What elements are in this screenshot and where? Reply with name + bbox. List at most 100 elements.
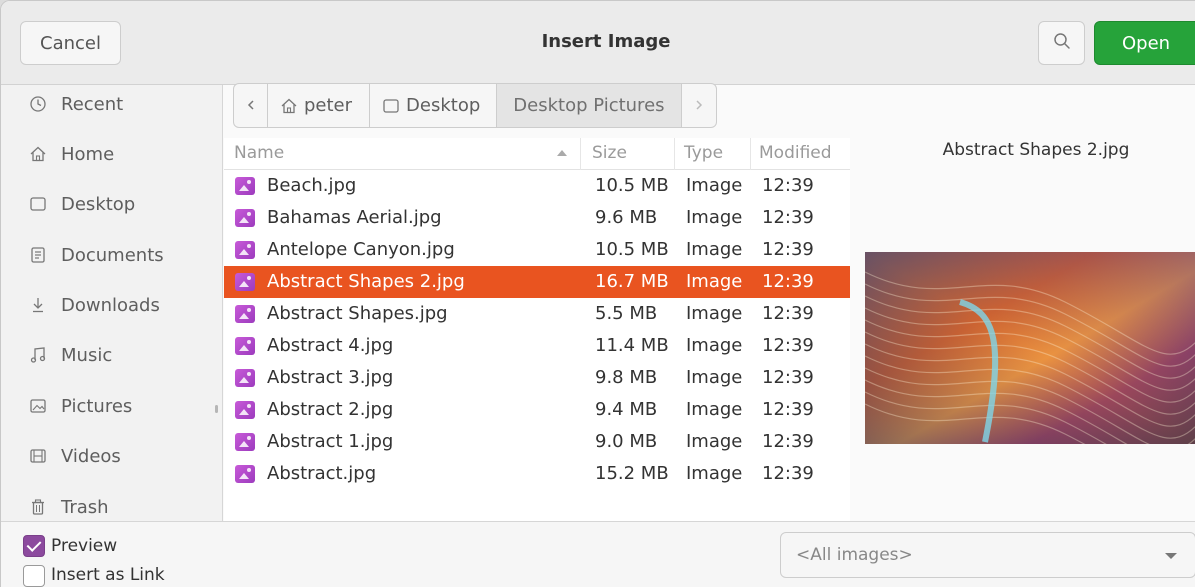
file-row[interactable]: Abstract 4.jpg 11.4 MB Image 12:39: [224, 330, 850, 362]
image-file-icon: [235, 241, 255, 259]
download-icon: [27, 294, 49, 316]
file-size: 9.8 MB: [595, 367, 658, 388]
column-header-modified[interactable]: Modified: [759, 143, 832, 163]
file-modified: 12:39: [762, 175, 814, 196]
desktop-icon: [27, 193, 49, 215]
sidebar-item-desktop[interactable]: Desktop: [1, 182, 223, 226]
column-separator: [750, 138, 751, 170]
file-size: 9.0 MB: [595, 431, 658, 452]
path-back-button[interactable]: [234, 84, 268, 127]
file-name: Abstract 3.jpg: [267, 367, 394, 388]
file-name: Abstract.jpg: [267, 463, 377, 484]
file-type: Image: [686, 367, 743, 388]
image-file-icon: [235, 465, 255, 483]
file-size: 9.4 MB: [595, 399, 658, 420]
sidebar-item-label: Recent: [61, 93, 124, 115]
file-modified: 12:39: [762, 399, 814, 420]
path-segment-home[interactable]: peter: [268, 84, 371, 127]
file-row[interactable]: Antelope Canyon.jpg 10.5 MB Image 12:39: [224, 234, 850, 266]
file-type: Image: [686, 399, 743, 420]
sidebar-item-label: Downloads: [61, 294, 160, 316]
path-segment-label: Desktop Pictures: [513, 95, 665, 116]
sort-ascending-icon: [557, 150, 567, 156]
path-segment-desktop[interactable]: Desktop: [370, 84, 498, 127]
image-file-icon: [235, 401, 255, 419]
sidebar-item-label: Documents: [61, 244, 164, 266]
file-size: 16.7 MB: [595, 271, 669, 292]
file-row[interactable]: Abstract 1.jpg 9.0 MB Image 12:39: [224, 426, 850, 458]
preview-checkbox-label[interactable]: Preview: [51, 536, 117, 556]
preview-checkbox[interactable]: [23, 535, 45, 557]
file-type: Image: [686, 463, 743, 484]
bottom-bar: Preview Insert as Link <All images>: [1, 521, 1195, 587]
path-segment-label: peter: [304, 95, 353, 116]
path-segment-desktop-pictures[interactable]: Desktop Pictures: [497, 84, 682, 127]
file-type: Image: [686, 175, 743, 196]
column-separator: [580, 138, 581, 170]
file-row[interactable]: Beach.jpg 10.5 MB Image 12:39: [224, 170, 850, 202]
sidebar-item-label: Home: [61, 143, 115, 165]
file-modified: 12:39: [762, 207, 814, 228]
document-icon: [27, 244, 49, 266]
file-type: Image: [686, 431, 743, 452]
file-row[interactable]: Abstract 3.jpg 9.8 MB Image 12:39: [224, 362, 850, 394]
column-header-size[interactable]: Size: [592, 143, 627, 163]
file-name: Abstract 4.jpg: [267, 335, 394, 356]
sidebar-item-label: Trash: [61, 496, 109, 518]
open-button[interactable]: Open: [1094, 21, 1195, 65]
path-forward-button[interactable]: [682, 84, 716, 127]
image-file-icon: [235, 273, 255, 291]
music-icon: [27, 344, 49, 366]
file-modified: 12:39: [762, 463, 814, 484]
sidebar-item-downloads[interactable]: Downloads: [1, 283, 223, 327]
sidebar-item-videos[interactable]: Videos: [1, 434, 223, 478]
picture-icon: [27, 395, 49, 417]
file-name: Abstract Shapes 2.jpg: [267, 271, 465, 292]
file-row[interactable]: Abstract.jpg 15.2 MB Image 12:39: [224, 458, 850, 490]
file-list: Name Size Type Modified Beach.jpg 10.5 M…: [224, 138, 850, 521]
preview-pane: Abstract Shapes 2.jpg: [850, 138, 1195, 521]
column-header-type[interactable]: Type: [684, 143, 723, 163]
preview-filename: Abstract Shapes 2.jpg: [942, 140, 1130, 160]
file-type: Image: [686, 207, 743, 228]
clock-icon: [27, 93, 49, 115]
path-segment-label: Desktop: [406, 95, 481, 116]
desktop-icon: [382, 97, 400, 115]
search-button[interactable]: [1038, 21, 1085, 65]
file-row[interactable]: Abstract 2.jpg 9.4 MB Image 12:39: [224, 394, 850, 426]
path-bar: peter Desktop Desktop Pictures: [233, 83, 717, 128]
file-modified: 12:39: [762, 271, 814, 292]
file-type: Image: [686, 239, 743, 260]
insert-as-link-checkbox[interactable]: [23, 565, 45, 587]
home-icon: [280, 97, 298, 115]
column-separator: [674, 138, 675, 170]
sidebar-item-label: Videos: [61, 445, 121, 467]
chevron-down-icon: [1165, 553, 1177, 559]
chevron-right-icon: [694, 95, 704, 116]
sidebar-item-home[interactable]: Home: [1, 132, 223, 176]
chevron-left-icon: [246, 95, 256, 116]
insert-as-link-label[interactable]: Insert as Link: [51, 565, 165, 585]
file-name: Bahamas Aerial.jpg: [267, 207, 442, 228]
sidebar-item-recent[interactable]: Recent: [1, 82, 223, 126]
file-type: Image: [686, 303, 743, 324]
search-icon: [1053, 32, 1071, 54]
file-type: Image: [686, 271, 743, 292]
list-header: Name Size Type Modified: [224, 138, 850, 170]
column-header-name[interactable]: Name: [234, 143, 284, 163]
file-name: Abstract Shapes.jpg: [267, 303, 448, 324]
sidebar-item-pictures[interactable]: Pictures: [1, 384, 223, 428]
image-file-icon: [235, 433, 255, 451]
image-file-icon: [235, 209, 255, 227]
file-row[interactable]: Abstract Shapes.jpg 5.5 MB Image 12:39: [224, 298, 850, 330]
dialog-title: Insert Image: [541, 31, 671, 52]
trash-icon: [27, 496, 49, 518]
sidebar-item-music[interactable]: Music: [1, 333, 223, 377]
sidebar-scrollbar[interactable]: [215, 405, 218, 413]
file-row[interactable]: Bahamas Aerial.jpg 9.6 MB Image 12:39: [224, 202, 850, 234]
file-modified: 12:39: [762, 431, 814, 452]
file-size: 10.5 MB: [595, 239, 669, 260]
file-type-filter-select[interactable]: <All images>: [780, 532, 1195, 578]
file-row-selected[interactable]: Abstract Shapes 2.jpg 16.7 MB Image 12:3…: [224, 266, 850, 298]
sidebar-item-documents[interactable]: Documents: [1, 233, 223, 277]
